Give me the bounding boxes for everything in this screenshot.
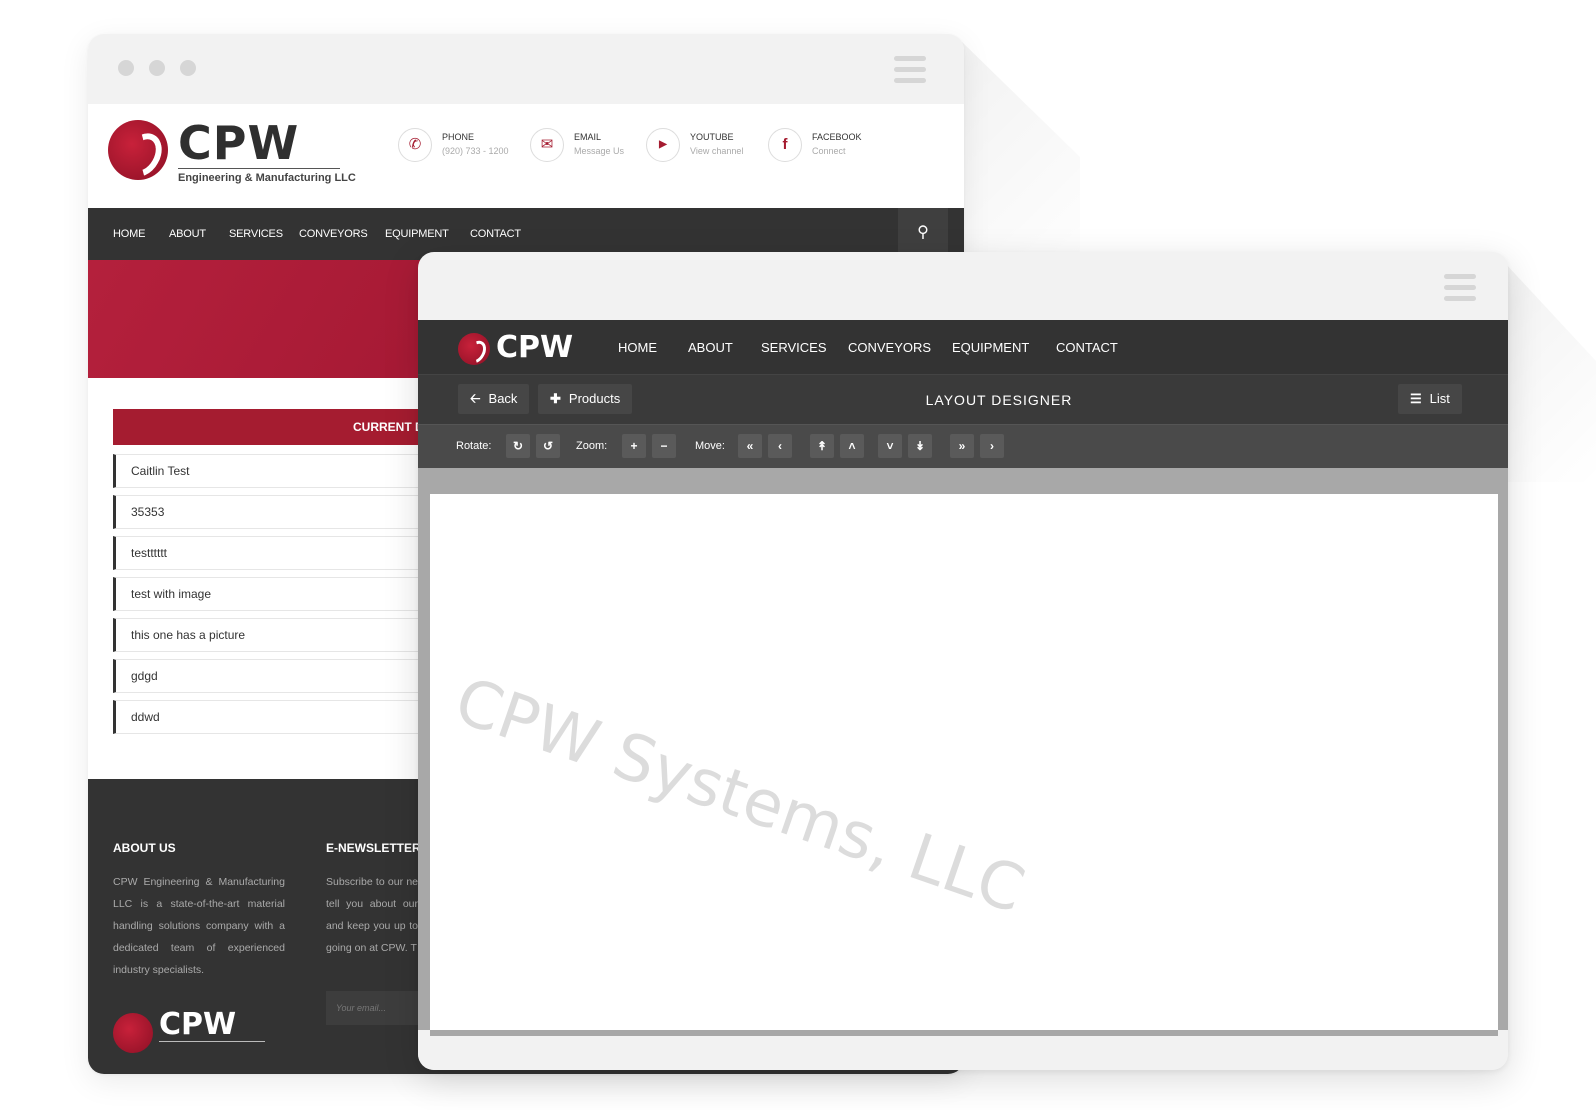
move-far-left-icon[interactable]: «	[738, 434, 762, 458]
zoom-label: Zoom:	[576, 440, 608, 452]
zoom-out-icon[interactable]: −	[652, 434, 676, 458]
cpw-logo[interactable]: CPW Engineering & Manufacturing LLC	[108, 116, 358, 194]
move-right-icon[interactable]: ›	[980, 434, 1004, 458]
logo-subtitle: Engineering & Manufacturing LLC	[178, 172, 356, 184]
search-icon[interactable]: ⚲	[898, 208, 948, 258]
watermark: CPW Systems, LLC	[445, 664, 1034, 928]
nav-equipment[interactable]: EQUIPMENT	[952, 340, 1029, 355]
canvas-bottom-edge	[430, 1030, 1498, 1036]
footer-about-heading: ABOUT US	[113, 841, 176, 855]
nav-about[interactable]: ABOUT	[688, 340, 733, 355]
envelope-icon: ✉	[530, 128, 564, 162]
list-button[interactable]: ☰ List	[1398, 384, 1462, 414]
app-navigation: CPW HOME ABOUT SERVICES CONVEYORS EQUIPM…	[418, 320, 1508, 374]
designer-toolbar: 🡠 Back ✚ Products LAYOUT DESIGNER ☰ List	[418, 374, 1508, 424]
phone-icon: ✆	[398, 128, 432, 162]
youtube-icon: ▶	[646, 128, 680, 162]
nav-equipment[interactable]: EQUIPMENT	[385, 228, 449, 240]
hamburger-menu-icon[interactable]	[894, 56, 926, 84]
nav-conveyors[interactable]: CONVEYORS	[299, 228, 368, 240]
hamburger-menu-icon[interactable]	[1444, 274, 1476, 302]
zoom-in-icon[interactable]: +	[622, 434, 646, 458]
nav-home[interactable]: HOME	[618, 340, 657, 355]
nav-about[interactable]: ABOUT	[169, 228, 206, 240]
rotate-label: Rotate:	[456, 440, 492, 452]
logo-text: CPW	[178, 116, 300, 170]
nav-home[interactable]: HOME	[113, 228, 145, 240]
nav-services[interactable]: SERVICES	[229, 228, 283, 240]
decorative-shadow	[1504, 262, 1596, 482]
move-left-icon[interactable]: ‹	[768, 434, 792, 458]
move-down-icon[interactable]: ˅	[878, 434, 902, 458]
list-icon: ☰	[1410, 391, 1422, 406]
front-browser-window: CPW HOME ABOUT SERVICES CONVEYORS EQUIPM…	[418, 252, 1508, 1070]
footer-about-text: CPW Engineering & Manufacturing LLC is a…	[113, 876, 285, 976]
facebook-icon: f	[768, 128, 802, 162]
cpw-logo-mark-icon	[458, 333, 490, 365]
page-title: LAYOUT DESIGNER	[925, 392, 1073, 408]
canvas-controls: Rotate: ↻ ↺ Zoom: + − Move: « ‹ ↟ ˄ ˅ ↡ …	[418, 424, 1508, 468]
move-far-down-icon[interactable]: ↡	[908, 434, 932, 458]
footer-newsletter-text: Subscribe to our ne tell you about our a…	[326, 876, 418, 954]
move-far-right-icon[interactable]: »	[950, 434, 974, 458]
browser-chrome	[88, 34, 964, 104]
rotate-clockwise-icon[interactable]: ↻	[506, 434, 530, 458]
layout-canvas[interactable]: CPW Systems, LLC	[430, 494, 1498, 1030]
cpw-logo-mark-icon	[113, 1013, 153, 1053]
window-dot-minimize[interactable]	[149, 60, 165, 76]
nav-services[interactable]: SERVICES	[761, 340, 827, 355]
move-label: Move:	[695, 440, 725, 452]
window-dot-maximize[interactable]	[180, 60, 196, 76]
footer-logo: CPW	[113, 1007, 273, 1057]
canvas-area: CPW Systems, LLC	[418, 468, 1508, 1030]
site-header: CPW Engineering & Manufacturing LLC ✆ PH…	[88, 104, 964, 208]
window-dot-close[interactable]	[118, 60, 134, 76]
cpw-logo-mark-icon	[108, 120, 168, 180]
rotate-counterclockwise-icon[interactable]: ↺	[536, 434, 560, 458]
move-far-up-icon[interactable]: ↟	[810, 434, 834, 458]
nav-contact[interactable]: CONTACT	[1056, 340, 1118, 355]
footer-newsletter-heading: E-NEWSLETTER	[326, 841, 421, 855]
nav-conveyors[interactable]: CONVEYORS	[848, 340, 931, 355]
nav-contact[interactable]: CONTACT	[470, 228, 521, 240]
cpw-logo[interactable]: CPW	[458, 328, 588, 368]
move-up-icon[interactable]: ˄	[840, 434, 864, 458]
